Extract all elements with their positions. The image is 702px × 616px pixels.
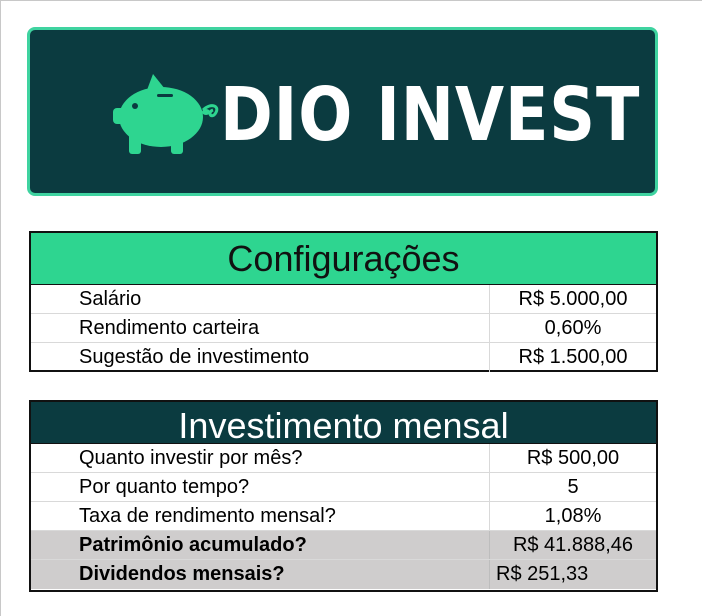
sheet-left-border (0, 0, 1, 616)
monthly-row-amount: Quanto investir por mês? R$ 500,00 (31, 444, 656, 473)
row-label[interactable]: Rendimento carteira (31, 314, 489, 342)
row-label[interactable]: Por quanto tempo? (31, 473, 489, 501)
row-label[interactable]: Patrimônio acumulado? (31, 531, 489, 559)
row-value[interactable]: R$ 5.000,00 (489, 285, 656, 313)
row-label[interactable]: Dividendos mensais? (31, 560, 489, 589)
brand-title: DIO INVEST (220, 72, 641, 158)
config-row-rendimento: Rendimento carteira 0,60% (31, 314, 656, 343)
row-value[interactable]: R$ 41.888,46 (489, 531, 656, 559)
config-row-sugestao: Sugestão de investimento R$ 1.500,00 (31, 343, 656, 372)
row-value[interactable]: 0,60% (489, 314, 656, 342)
row-label[interactable]: Sugestão de investimento (31, 343, 489, 372)
monthly-row-rate: Taxa de rendimento mensal? 1,08% (31, 502, 656, 531)
monthly-row-duration: Por quanto tempo? 5 (31, 473, 656, 502)
row-label[interactable]: Taxa de rendimento mensal? (31, 502, 489, 530)
monthly-row-patrimonio: Patrimônio acumulado? R$ 41.888,46 (31, 531, 656, 560)
row-value[interactable]: R$ 500,00 (489, 444, 656, 472)
sheet-top-border (0, 0, 702, 1)
config-heading: Configurações (31, 233, 656, 285)
brand-banner: DIO INVEST (27, 27, 658, 196)
monthly-row-dividendos: Dividendos mensais? R$ 251,33 (31, 560, 656, 589)
row-value[interactable]: 1,08% (489, 502, 656, 530)
monthly-heading: Investimento mensal (31, 402, 656, 446)
row-value[interactable]: 5 (489, 473, 656, 501)
row-value[interactable]: R$ 251,33 (489, 560, 656, 589)
row-label[interactable]: Quanto investir por mês? (31, 444, 489, 472)
config-row-salario: Salário R$ 5.000,00 (31, 285, 656, 314)
piggy-bank-icon (113, 74, 219, 154)
row-label[interactable]: Salário (31, 285, 489, 313)
monthly-investment-table: Investimento mensal Quanto investir por … (29, 400, 658, 592)
row-value[interactable]: R$ 1.500,00 (489, 343, 656, 372)
config-table: Configurações Salário R$ 5.000,00 Rendim… (29, 231, 658, 372)
